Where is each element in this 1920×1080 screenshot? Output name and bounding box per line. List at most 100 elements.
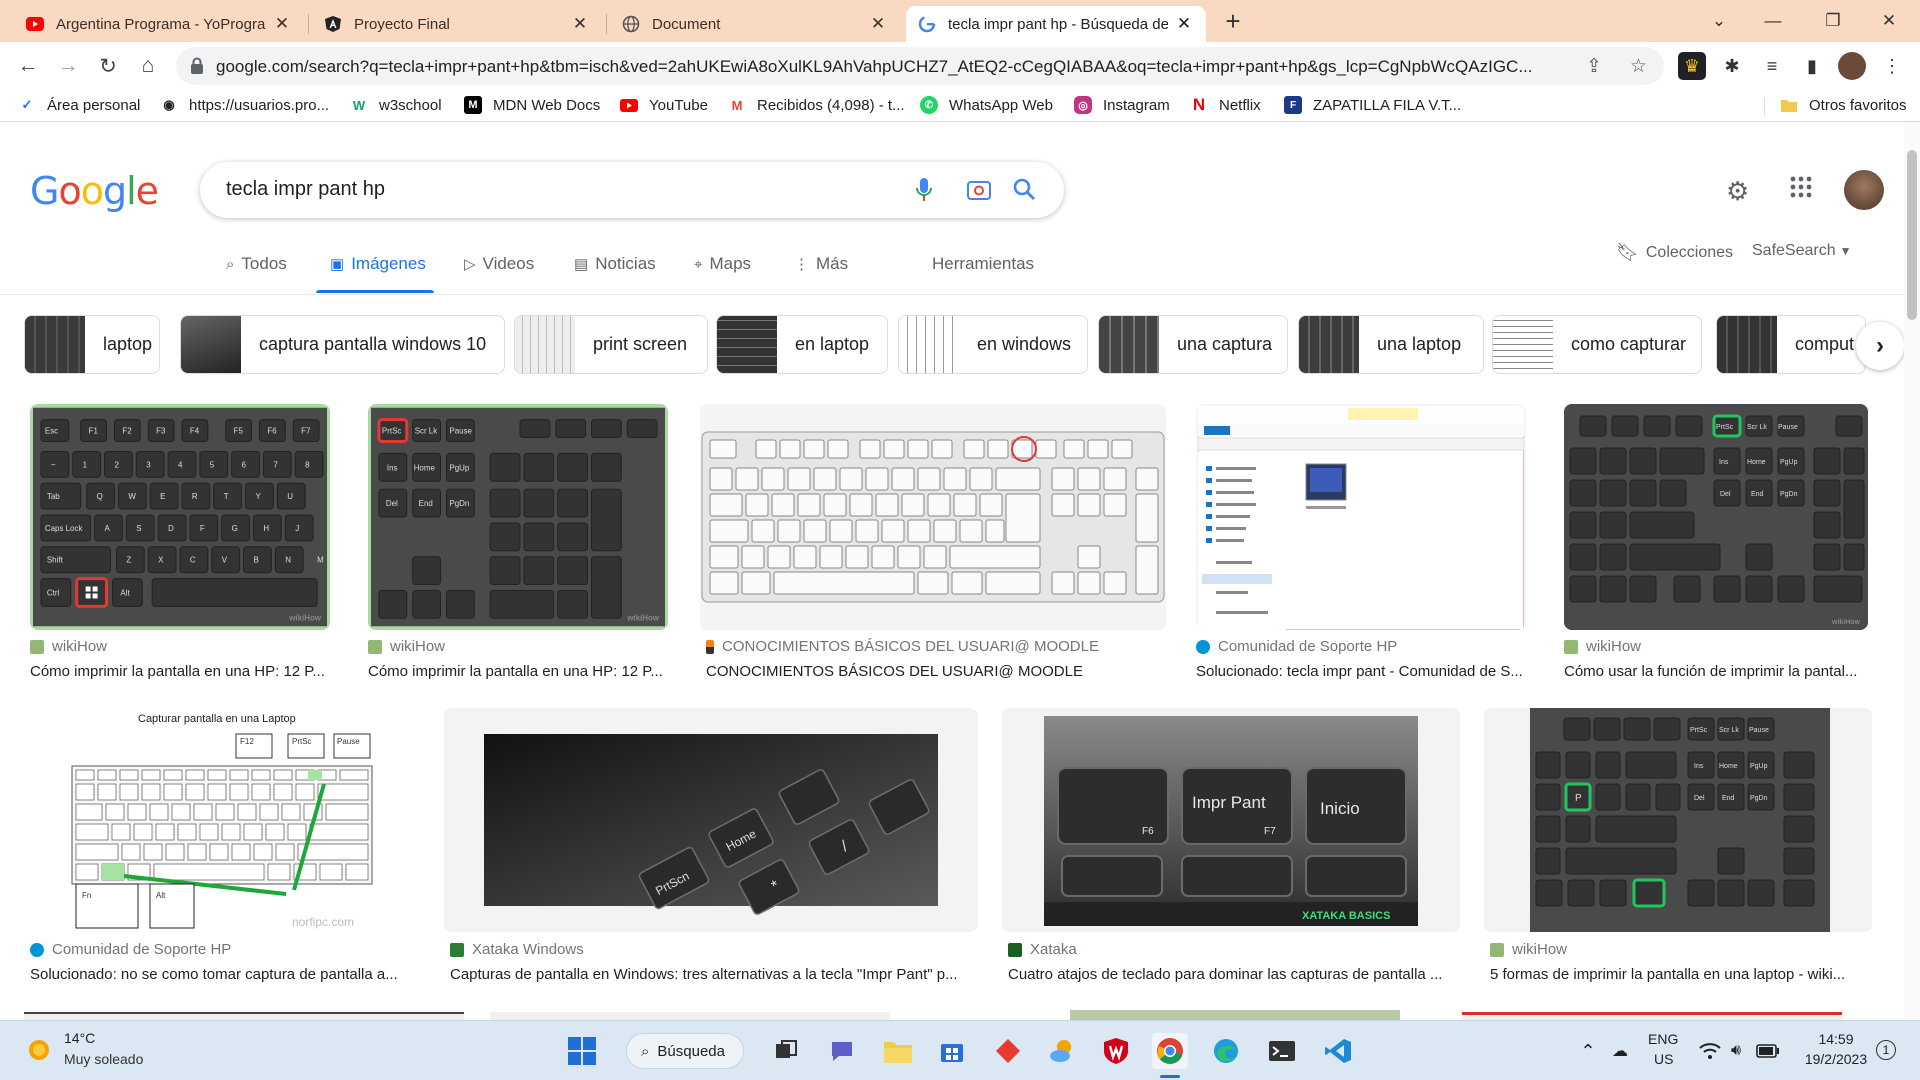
result-title[interactable]: Capturas de pantalla en Windows: tres al…	[450, 966, 972, 983]
bookmark-area-personal[interactable]: ✓ Área personal	[18, 96, 141, 114]
media-queue-icon[interactable]: ≡	[1758, 52, 1786, 80]
bookmark-instagram[interactable]: ◎ Instagram	[1074, 96, 1170, 114]
result-card[interactable]: Esc F1 F2 F3 F4 F5 F6 F7 ~1 2 3 4 5 6 7 8 Tab Q W E R T Y U C…	[30, 404, 330, 684]
tab-imagenes[interactable]: ▣ Imágenes	[330, 254, 426, 274]
red-diamond-app-icon[interactable]	[990, 1033, 1026, 1069]
tab-document[interactable]: Document ✕	[610, 6, 900, 42]
antivirus-shield-icon[interactable]	[1098, 1033, 1134, 1069]
search-input[interactable]: tecla impr pant hp	[226, 178, 385, 201]
bookmark-w3school[interactable]: Ww3school	[350, 96, 442, 114]
extensions-puzzle-icon[interactable]: ✱	[1718, 52, 1746, 80]
chip-una-laptop[interactable]: una laptop	[1298, 315, 1484, 374]
minimize-button[interactable]: —	[1750, 6, 1796, 36]
teams-chat-icon[interactable]	[824, 1033, 860, 1069]
profile-avatar[interactable]	[1838, 52, 1866, 80]
weather-temp[interactable]: 14°C	[64, 1030, 95, 1046]
weather-desc[interactable]: Muy soleado	[64, 1051, 143, 1067]
result-source[interactable]: wikiHow	[1490, 941, 1567, 958]
result-title[interactable]: 5 formas de imprimir la pantalla en una …	[1490, 966, 1872, 983]
result-image[interactable]: PrtSc Scr Lk Pause Ins Home PgUp Del End PgDn …	[368, 404, 668, 630]
tab-videos[interactable]: ▷ Videos	[464, 254, 534, 274]
forward-arrow-icon[interactable]: →	[52, 50, 84, 82]
result-card[interactable]: Comunidad de Soporte HP Solucionado: tec…	[1196, 404, 1526, 684]
result-image[interactable]: PrtScn Home * /	[444, 708, 978, 932]
result-card[interactable]: PrtScn Home * / Xataka Windows Capturas …	[444, 708, 978, 988]
chevron-right-icon[interactable]: ›	[1856, 322, 1904, 370]
clock-time[interactable]: 14:59	[1800, 1031, 1872, 1047]
volume-icon[interactable]: 🔊︎	[1718, 1033, 1754, 1069]
apps-grid-icon[interactable]	[1790, 176, 1812, 203]
tab-maps[interactable]: ⌖ Maps	[694, 254, 751, 274]
result-image[interactable]: Capturar pantalla en una Laptop F12 PrtSc…	[24, 708, 420, 932]
result-title[interactable]: Cuatro atajos de teclado para dominar la…	[1008, 966, 1460, 983]
result-source[interactable]: Xataka Windows	[450, 941, 584, 958]
bookmark-zapatilla[interactable]: F ZAPATILLA FILA V.T...	[1284, 96, 1461, 114]
lock-icon[interactable]	[190, 57, 204, 80]
result-source[interactable]: wikiHow	[1564, 638, 1641, 655]
result-source[interactable]: wikiHow	[30, 638, 107, 655]
back-arrow-icon[interactable]: ←	[12, 50, 44, 82]
result-image-peek[interactable]	[1070, 1010, 1400, 1020]
account-avatar[interactable]	[1844, 170, 1884, 210]
result-image[interactable]: PrtSc Scr Lk Pause Ins Home PgUp Del End PgDn …	[1564, 404, 1868, 630]
bookmark-otros-favoritos[interactable]: Otros favoritos	[1780, 96, 1907, 114]
cloud-icon[interactable]: ☁	[1602, 1033, 1638, 1069]
result-title[interactable]: Cómo imprimir la pantalla en una HP: 12 …	[30, 663, 342, 680]
result-source[interactable]: Comunidad de Soporte HP	[30, 941, 231, 958]
bookmark-whatsapp[interactable]: ✆ WhatsApp Web	[920, 96, 1053, 114]
result-image[interactable]	[1196, 404, 1526, 630]
result-image-peek[interactable]	[1462, 1012, 1842, 1020]
close-tab-icon[interactable]: ✕	[272, 14, 292, 34]
reload-icon[interactable]: ↻	[92, 50, 124, 82]
tab-google-search[interactable]: tecla impr pant hp - Búsqueda de ✕	[906, 6, 1206, 42]
google-logo[interactable]: Google	[30, 169, 159, 213]
result-image-peek[interactable]	[490, 1012, 890, 1020]
chip-como-capturar[interactable]: como capturar	[1492, 315, 1702, 374]
battery-icon[interactable]	[1750, 1033, 1786, 1069]
result-title[interactable]: CONOCIMIENTOS BÁSICOS DEL USUARI@ MOODLE	[706, 663, 1126, 680]
windows-start-icon[interactable]	[564, 1033, 600, 1069]
tab-search-icon[interactable]: ⌄	[1696, 6, 1742, 36]
collections-button[interactable]: 🔖︎ Colecciones	[1616, 242, 1733, 263]
bookmark-mdn[interactable]: M MDN Web Docs	[464, 96, 600, 114]
result-title[interactable]: Solucionado: no se como tomar captura de…	[30, 966, 420, 983]
language-region[interactable]: US	[1654, 1051, 1673, 1067]
chevron-up-icon[interactable]: ⌃	[1570, 1033, 1606, 1069]
tab-argentina-programa[interactable]: Argentina Programa - YoProgram ✕	[14, 6, 304, 42]
result-image-peek[interactable]	[24, 1012, 464, 1020]
share-icon[interactable]: ⇪	[1586, 55, 1602, 78]
tab-mas[interactable]: ⋮ Más	[794, 254, 848, 274]
taskbar-search[interactable]: ⌕ Búsqueda	[626, 1033, 744, 1069]
scrollbar-thumb[interactable]	[1907, 150, 1917, 320]
search-icon[interactable]	[1012, 177, 1036, 206]
url-text[interactable]: google.com/search?q=tecla+impr+pant+hp&t…	[216, 57, 1536, 77]
result-image[interactable]: PrtSc Scr Lk Pause Ins Home PgUp Del End PgDn …	[1484, 708, 1872, 932]
close-tab-icon[interactable]: ✕	[570, 14, 590, 34]
result-card[interactable]: Impr Pant Inicio F7 F6 XATAKA BASICS Xat…	[1002, 708, 1460, 988]
extension-crown-icon[interactable]: ♛	[1678, 52, 1706, 80]
chip-en-windows[interactable]: en windows	[898, 315, 1088, 374]
sun-weather-icon[interactable]	[24, 1035, 54, 1065]
bookmark-star-icon[interactable]: ☆	[1630, 55, 1647, 78]
bookmark-netflix[interactable]: N Netflix	[1190, 95, 1261, 114]
tab-noticias[interactable]: ▤ Noticias	[574, 254, 656, 274]
result-source[interactable]: CONOCIMIENTOS BÁSICOS DEL USUARI@ MOODLE	[706, 638, 1099, 655]
result-card[interactable]: PrtSc Scr Lk Pause Ins Home PgUp Del End PgDn …	[368, 404, 668, 684]
camera-lens-icon[interactable]	[966, 178, 992, 207]
address-bar[interactable]: google.com/search?q=tecla+impr+pant+hp&t…	[176, 47, 1664, 85]
close-tab-icon[interactable]: ✕	[1174, 14, 1194, 34]
maximize-button[interactable]: ❐	[1810, 6, 1856, 36]
result-image[interactable]	[700, 404, 1166, 630]
chip-print-screen[interactable]: print screen	[514, 315, 708, 374]
close-tab-icon[interactable]: ✕	[868, 14, 888, 34]
clock-date[interactable]: 19/2/2023	[1796, 1051, 1876, 1067]
result-card[interactable]: CONOCIMIENTOS BÁSICOS DEL USUARI@ MOODLE…	[700, 404, 1166, 684]
chip-en-laptop[interactable]: en laptop	[716, 315, 888, 374]
terminal-icon[interactable]	[1264, 1033, 1300, 1069]
vscode-icon[interactable]	[1320, 1033, 1356, 1069]
home-icon[interactable]: ⌂	[132, 50, 164, 82]
menu-kebab-icon[interactable]: ⋮	[1878, 52, 1906, 80]
chrome-icon[interactable]	[1152, 1033, 1188, 1069]
close-window-button[interactable]: ✕	[1866, 6, 1912, 36]
side-panel-icon[interactable]: ▮	[1798, 52, 1826, 80]
